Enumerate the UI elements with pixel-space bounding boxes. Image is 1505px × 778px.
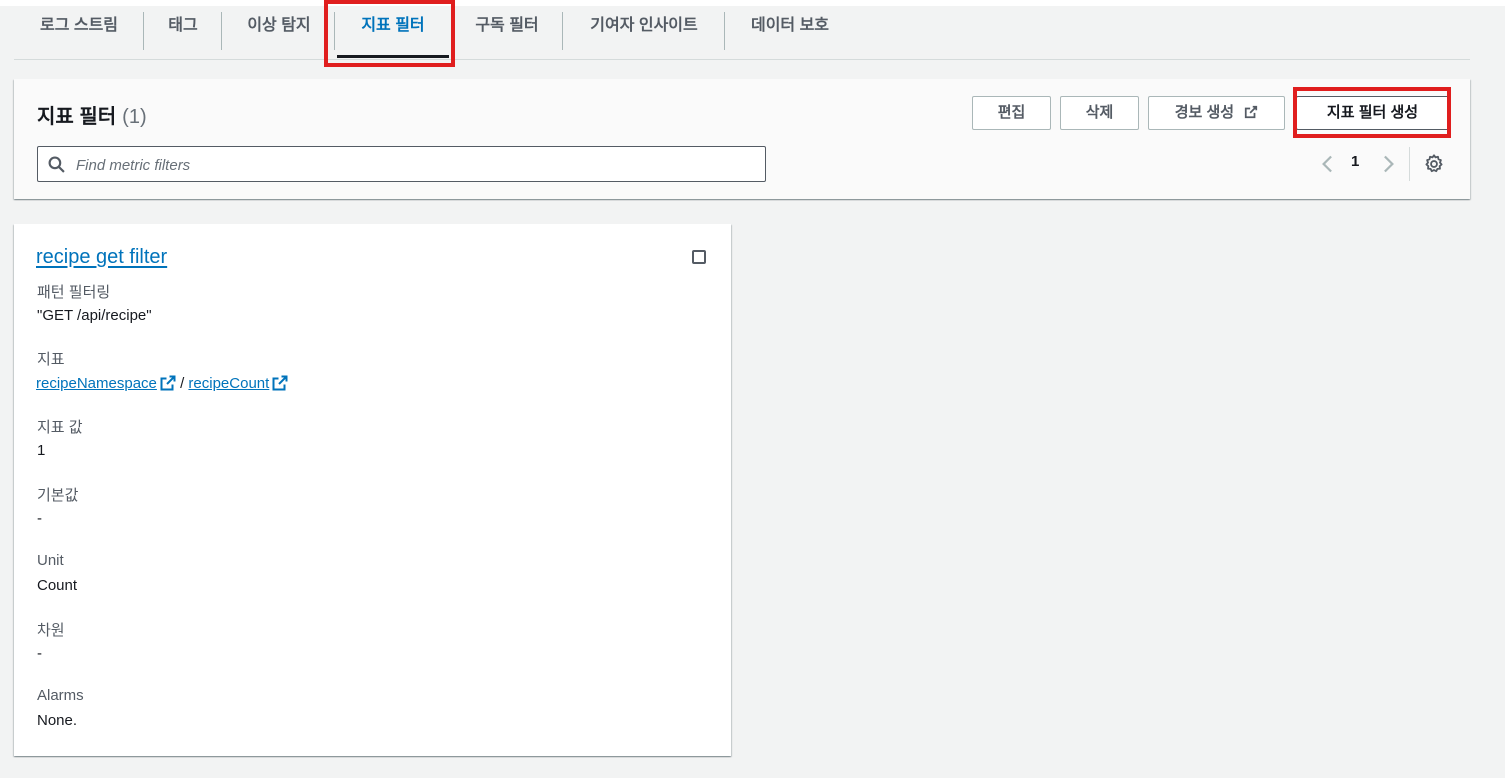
metric-separator: / [175, 375, 189, 392]
tab-data-protection[interactable]: 데이터 보호 [726, 6, 854, 58]
edit-button[interactable]: 편집 [972, 96, 1051, 130]
filter-name-link[interactable]: recipe get filter [36, 246, 167, 269]
highlight-box-create-button [1293, 87, 1451, 138]
alarms-value: None. [37, 712, 78, 729]
tab-anomaly-detection[interactable]: 이상 탐지 [223, 6, 335, 58]
metric-value-label: 지표 값 [37, 419, 83, 436]
pagination-divider [1409, 147, 1410, 181]
unit-value: Count [37, 577, 78, 594]
external-link-icon[interactable] [160, 375, 176, 391]
highlight-box-tab [324, 0, 455, 67]
alarms-label: Alarms [37, 687, 84, 704]
metric-name-link[interactable]: recipeCount [188, 375, 269, 392]
pattern-value: "GET /api/recipe" [37, 307, 152, 324]
default-value-label: 기본값 [37, 487, 79, 504]
default-value: - [37, 510, 42, 527]
tab-divider [724, 12, 725, 50]
tab-subscription-filters[interactable]: 구독 필터 [454, 6, 560, 58]
chevron-left-icon[interactable] [1318, 154, 1338, 174]
metric-filter-card: recipe get filter 패턴 필터링 "GET /api/recip… [14, 224, 731, 756]
metric-filters-header-panel: 지표 필터(1) 편집 삭제 경보 생성 지표 필터 생성 1 [14, 79, 1470, 199]
metric-value: 1 [37, 442, 46, 459]
tab-divider [562, 12, 563, 50]
gear-icon[interactable] [1423, 153, 1445, 175]
filter-count: (1) [122, 106, 147, 128]
select-checkbox[interactable] [692, 250, 706, 264]
search-icon [48, 156, 65, 173]
metric-label: 지표 [37, 351, 65, 368]
metric-value-row: recipeNamespace / recipeCount [36, 375, 288, 392]
tab-log-streams[interactable]: 로그 스트림 [14, 6, 144, 58]
tab-contributor-insights[interactable]: 기여자 인사이트 [564, 6, 724, 58]
tab-bar: 로그 스트림 태그 이상 탐지 지표 필터 구독 필터 기여자 인사이트 데이터… [14, 6, 1470, 60]
page-title: 지표 필터 (1) [37, 106, 147, 128]
pattern-label: 패턴 필터링 [37, 284, 111, 301]
tab-tags[interactable]: 태그 [145, 6, 221, 58]
unit-label: Unit [37, 552, 64, 569]
metric-namespace-link[interactable]: recipeNamespace [36, 375, 157, 392]
delete-button[interactable]: 삭제 [1060, 96, 1139, 130]
external-link-icon[interactable] [272, 375, 288, 391]
dimensions-label: 차원 [37, 622, 65, 639]
search-box [37, 146, 766, 182]
external-link-icon [1245, 105, 1258, 119]
search-input[interactable] [74, 149, 758, 181]
create-alarm-button[interactable]: 경보 생성 [1148, 96, 1285, 130]
dimensions-value: - [37, 645, 42, 662]
current-page-number[interactable]: 1 [1351, 153, 1359, 170]
chevron-right-icon[interactable] [1378, 154, 1398, 174]
tab-divider [221, 12, 222, 50]
tab-divider [143, 12, 144, 50]
